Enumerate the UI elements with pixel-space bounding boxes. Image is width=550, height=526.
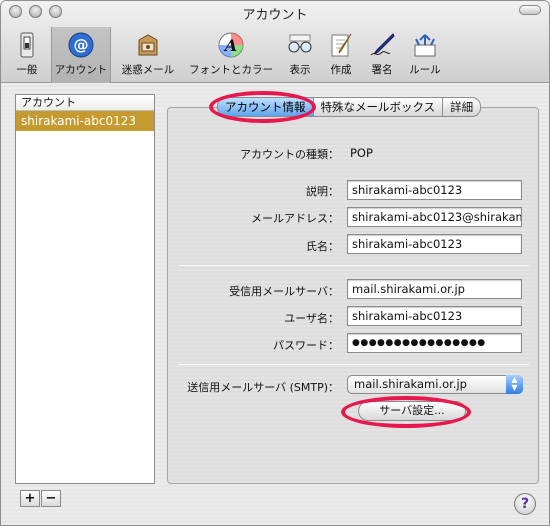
password-field[interactable]: ●●●●●●●●●●●●●●●● [347, 333, 522, 353]
email-label: メールアドレス： [251, 212, 339, 225]
rules-icon [414, 34, 436, 57]
section-divider [179, 364, 529, 365]
toolbar-fonts-colors[interactable]: A フォントとカラー [185, 31, 277, 79]
full-name-field[interactable]: shirakami-abc0123 [347, 234, 522, 254]
toolbar-rules[interactable]: ルール [405, 31, 445, 79]
toolbar-toggle-button[interactable] [519, 5, 541, 15]
account-type-label: アカウントの種類： [240, 148, 339, 161]
toolbar-composing[interactable]: 作成 [325, 31, 357, 79]
account-list-item[interactable]: shirakami-abc0123 [16, 111, 154, 131]
signature-pen-icon [370, 33, 395, 56]
email-field[interactable]: shirakami-abc0123@shirakami. [347, 207, 522, 227]
section-divider [179, 265, 529, 266]
toolbar: アカウント 一般 @ アカウント 迷惑メール A フォントとカラー 表示 作成 … [1, 1, 549, 83]
help-button[interactable]: ? [514, 493, 536, 515]
toolbar-accounts[interactable]: @ アカウント [51, 27, 111, 83]
font-color-icon: A [218, 32, 244, 58]
account-type-value: POP [350, 146, 373, 160]
highlight-server-settings-button [341, 396, 471, 428]
username-label: ユーザ名： [284, 312, 339, 325]
glasses-icon [288, 34, 312, 53]
compose-pencil-icon [331, 33, 352, 57]
at-sign-icon: @ [68, 32, 94, 58]
toolbar-signatures[interactable]: 署名 [365, 31, 399, 79]
full-name-label: 氏名： [306, 240, 339, 253]
svg-text:A: A [223, 36, 237, 55]
junk-mail-icon [138, 34, 158, 56]
highlight-account-info-tab [209, 91, 316, 123]
smtp-server-label: 送信用メールサーバ (SMTP)： [187, 381, 339, 394]
account-list-header: アカウント [16, 95, 154, 111]
toolbar-junk-mail[interactable]: 迷惑メール [117, 31, 179, 79]
toolbar-general[interactable]: 一般 [9, 31, 45, 79]
tab-special-mailboxes[interactable]: 特殊なメールボックス [312, 97, 444, 117]
description-field[interactable]: shirakami-abc0123 [347, 180, 522, 200]
tab-advanced[interactable]: 詳細 [442, 97, 482, 117]
account-list: アカウント shirakami-abc0123 [15, 94, 155, 484]
incoming-server-label: 受信用メールサーバ： [229, 285, 339, 298]
svg-text:@: @ [74, 36, 89, 54]
popup-arrows-icon: ▲ ▼ [506, 375, 523, 394]
general-switch-icon [20, 32, 34, 58]
preferences-window: アカウント 一般 @ アカウント 迷惑メール A フォントとカラー 表示 作成 … [0, 0, 550, 526]
window-title: アカウント [242, 8, 308, 23]
smtp-server-popup[interactable]: mail.shirakami.or.jp ▲ ▼ [347, 375, 523, 394]
add-account-button[interactable]: + [20, 490, 40, 507]
remove-account-button[interactable]: − [41, 490, 61, 507]
description-label: 説明： [306, 185, 339, 198]
toolbar-viewing[interactable]: 表示 [283, 31, 317, 79]
password-label: パスワード： [273, 339, 339, 352]
smtp-server-value: mail.shirakami.or.jp [354, 377, 467, 391]
username-field[interactable]: shirakami-abc0123 [347, 306, 522, 326]
incoming-server-field[interactable]: mail.shirakami.or.jp [347, 279, 522, 299]
